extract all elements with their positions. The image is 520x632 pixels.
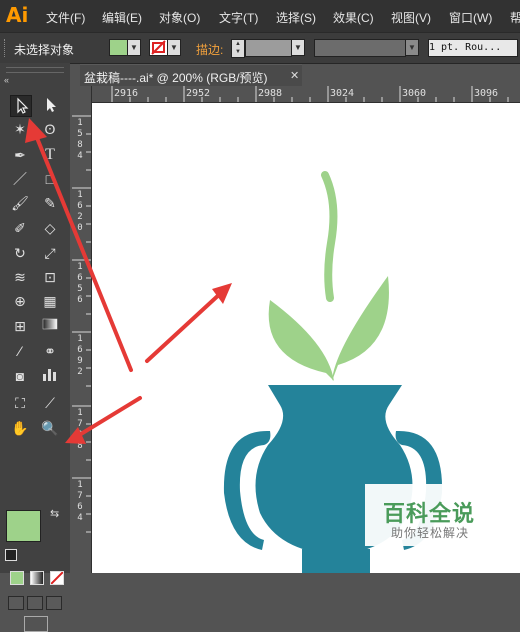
variable-width-profile[interactable] — [314, 39, 406, 57]
gradient-mode-icon[interactable] — [30, 571, 44, 585]
eraser-tool-icon[interactable]: ◇ — [40, 218, 60, 238]
pencil-tool-icon[interactable]: ✎ — [40, 193, 60, 213]
selection-tool-icon[interactable] — [10, 95, 32, 117]
ruler-ticks — [111, 86, 509, 102]
fill-color-box[interactable] — [6, 510, 41, 542]
menu-bar: Ai 文件(F) 编辑(E) 对象(O) 文字(T) 选择(S) 效果(C) 视… — [0, 0, 520, 32]
width-tool-icon[interactable]: ≋ — [10, 267, 30, 287]
menu-view[interactable]: 视图(V) — [391, 9, 431, 26]
default-colors-icon[interactable] — [5, 549, 17, 561]
panel-grip — [4, 39, 8, 57]
artboard-tool-icon[interactable]: ⛶ — [10, 393, 30, 413]
scale-tool-icon[interactable]: ⤢ — [40, 243, 60, 263]
stroke-weight-field[interactable] — [245, 39, 292, 57]
paintbrush-tool-icon[interactable]: 🖌 — [10, 193, 30, 213]
slice-tool-icon[interactable]: ⟋ — [40, 393, 60, 413]
menu-window[interactable]: 窗口(W) — [449, 9, 492, 26]
menu-edit[interactable]: 编辑(E) — [102, 9, 142, 26]
menu-file[interactable]: 文件(F) — [46, 9, 85, 26]
tools-panel: « ✶ ʘ ✒ T ／ □ 🖌 ✎ ✐ ◇ ↻ ⤢ ≋ ⊡ ⊕ ▦ ⊞ ⁄ ⚭ … — [0, 63, 70, 632]
watermark-subtitle: 助你轻松解决 — [391, 526, 470, 540]
menu-effect[interactable]: 效果(C) — [333, 9, 374, 26]
watermark-badge: 百科全说 助你轻松解决 — [365, 484, 520, 546]
brush-definition-value: 1 pt. Rou... — [429, 42, 502, 53]
panel-grip — [6, 67, 64, 73]
draw-behind-icon[interactable] — [27, 596, 43, 610]
app-logo: Ai — [6, 3, 29, 27]
profile-dropdown-icon[interactable]: ▼ — [405, 39, 419, 56]
hand-tool-icon[interactable]: ✋ — [10, 418, 30, 438]
stroke-label[interactable]: 描边: — [196, 41, 223, 58]
magic-wand-tool-icon[interactable]: ✶ — [10, 119, 30, 139]
direct-selection-tool-icon[interactable] — [40, 95, 60, 115]
document-tab[interactable]: 盆栽稿----.ai* @ 200% (RGB/预览) ✕ — [80, 64, 302, 86]
lasso-tool-icon[interactable]: ʘ — [40, 119, 60, 139]
selection-status: 未选择对象 — [14, 43, 75, 57]
none-mode-icon[interactable] — [50, 571, 64, 585]
plant-stem[interactable] — [321, 171, 338, 302]
stroke-swatch[interactable] — [149, 39, 168, 56]
menu-help[interactable]: 帮 — [510, 9, 520, 26]
mesh-tool-icon[interactable]: ⊞ — [10, 316, 30, 336]
vase-base[interactable] — [302, 549, 370, 573]
symbol-sprayer-tool-icon[interactable]: ◙ — [10, 366, 30, 386]
blend-tool-icon[interactable]: ⚭ — [40, 341, 60, 361]
stroke-weight-stepper[interactable]: ▲ ▼ — [231, 39, 245, 58]
perspective-grid-tool-icon[interactable]: ▦ — [40, 291, 60, 311]
menu-select[interactable]: 选择(S) — [276, 9, 316, 26]
vertical-ruler[interactable]: 1 5 8 4 1 6 2 0 1 6 5 6 1 6 9 2 1 7 2 8 … — [72, 86, 92, 573]
menu-object[interactable]: 对象(O) — [159, 9, 200, 26]
blob-brush-tool-icon[interactable]: ✐ — [10, 218, 30, 238]
column-graph-tool-icon[interactable] — [40, 366, 60, 386]
stroke-weight-dropdown-icon[interactable]: ▼ — [291, 39, 305, 56]
stroke-dropdown-icon[interactable]: ▼ — [167, 39, 181, 56]
zoom-tool-icon[interactable]: 🔍 — [40, 418, 60, 438]
document-title: 盆栽稿----.ai* @ 200% (RGB/预览) — [84, 71, 268, 85]
leaf-right[interactable] — [332, 276, 389, 381]
screen-mode-icon[interactable] — [24, 616, 48, 632]
rotate-tool-icon[interactable]: ↻ — [10, 243, 30, 263]
draw-inside-icon[interactable] — [46, 596, 62, 610]
menu-type[interactable]: 文字(T) — [219, 9, 258, 26]
swap-fill-stroke-icon[interactable]: ⇆ — [50, 507, 59, 520]
line-segment-tool-icon[interactable]: ／ — [10, 169, 30, 189]
close-tab-icon[interactable]: ✕ — [290, 69, 299, 82]
fill-swatch[interactable] — [109, 39, 128, 56]
draw-normal-icon[interactable] — [8, 596, 24, 610]
control-bar: 未选择对象 ▼ ▼ 描边: ▲ ▼ ▼ ▼ 1 pt. Rou... — [0, 32, 520, 64]
eyedropper-tool-icon[interactable]: ⁄ — [10, 341, 30, 361]
free-transform-tool-icon[interactable]: ⊡ — [40, 267, 60, 287]
collapse-icon[interactable]: « — [4, 75, 9, 85]
horizontal-ruler[interactable]: 2916 2952 2988 3024 3060 3096 — [92, 86, 520, 103]
ruler-ticks — [72, 115, 91, 533]
brush-definition-field[interactable]: 1 pt. Rou... — [428, 39, 518, 57]
no-stroke-icon — [151, 40, 166, 55]
fill-dropdown-icon[interactable]: ▼ — [127, 39, 141, 56]
color-mode-icon[interactable] — [10, 571, 24, 585]
pen-tool-icon[interactable]: ✒ — [10, 145, 30, 165]
type-tool-icon[interactable]: T — [40, 145, 60, 165]
leaf-left[interactable] — [268, 300, 334, 381]
rectangle-tool-icon[interactable]: □ — [40, 169, 60, 189]
gradient-tool-icon[interactable] — [40, 316, 60, 336]
shape-builder-tool-icon[interactable]: ⊕ — [10, 291, 30, 311]
